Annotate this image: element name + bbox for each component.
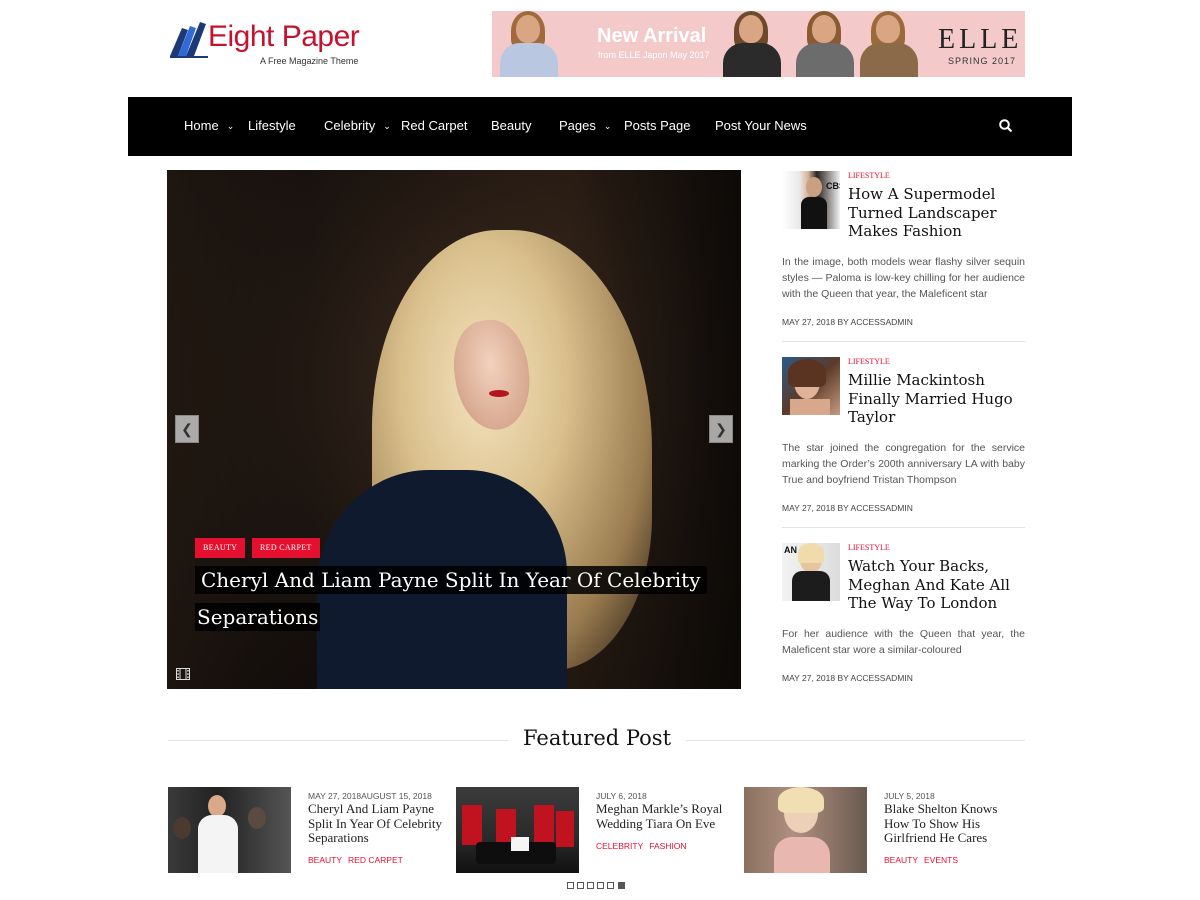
article-meta: MAY 27, 2018 BY ACCESSADMIN [782, 673, 913, 683]
pager-dot[interactable] [597, 882, 604, 889]
article-category[interactable]: LIFESTYLE [848, 171, 890, 180]
featured-title[interactable]: Meghan Markle’s Royal Wedding Tiara On E… [596, 801, 736, 831]
chevron-right-icon: ❯ [715, 421, 727, 437]
featured-categories: BEAUTY RED CARPET [308, 855, 409, 865]
chevron-down-icon: ⌄ [383, 121, 391, 131]
nav-item-home[interactable]: Home ⌄ [184, 97, 234, 156]
featured-categories: BEAUTY EVENTS [884, 855, 964, 865]
featured-date: JULY 6, 2018 [596, 791, 647, 801]
banner-subtitle: from ELLE Japon May 2017 [598, 50, 710, 60]
category-link[interactable]: RED CARPET [348, 855, 403, 865]
slider-prev-button[interactable]: ❮ [175, 415, 199, 443]
hero-title[interactable]: Cheryl And Liam Payne Split In Year Of C… [195, 566, 707, 594]
article-category[interactable]: LIFESTYLE [848, 357, 890, 366]
chevron-left-icon: ❮ [181, 421, 193, 437]
article-title[interactable]: Millie Mackintosh Finally Married Hugo T… [848, 371, 1026, 427]
article-meta: MAY 27, 2018 BY ACCESSADMIN [782, 503, 913, 513]
featured-card: JULY 6, 2018 Meghan Markle’s Royal Weddi… [456, 787, 736, 873]
category-link[interactable]: CELEBRITY [596, 841, 643, 851]
featured-thumbnail[interactable] [168, 787, 291, 873]
featured-thumbnail[interactable] [456, 787, 579, 873]
film-icon [176, 668, 190, 680]
featured-card: MAY 27, 2018AUGUST 15, 2018 Cheryl And L… [168, 787, 448, 873]
site-tagline: A Free Magazine Theme [260, 56, 359, 66]
hero-tag-red-carpet[interactable]: RED CARPET [252, 538, 320, 558]
nav-item-pages[interactable]: Pages ⌄ [559, 97, 611, 156]
article-excerpt: The star joined the congregation for the… [782, 442, 1025, 486]
site-logo[interactable]: Eight Paper A Free Magazine Theme [168, 18, 368, 70]
article-meta: MAY 27, 2018 BY ACCESSADMIN [782, 317, 913, 327]
nav-item-lifestyle[interactable]: Lifestyle [248, 97, 296, 156]
banner-model-image [494, 11, 564, 77]
article-thumbnail[interactable] [782, 357, 840, 415]
featured-title[interactable]: Blake Shelton Knows How To Show His Girl… [884, 801, 1024, 846]
hero-tag-beauty[interactable]: BEAUTY [195, 538, 246, 558]
banner-season: SPRING 2017 [948, 56, 1017, 66]
nav-item-celebrity[interactable]: Celebrity ⌄ [324, 97, 391, 156]
nav-item-beauty[interactable]: Beauty [491, 97, 531, 156]
main-nav: Home ⌄ Lifestyle Celebrity ⌄ Red Carpet Be… [128, 97, 1072, 156]
featured-thumbnail[interactable] [744, 787, 867, 873]
featured-title[interactable]: Cheryl And Liam Payne Split In Year Of C… [308, 801, 448, 846]
pager-dot[interactable] [587, 882, 594, 889]
pager-dot[interactable] [607, 882, 614, 889]
banner-model-image [854, 11, 924, 77]
nav-item-red-carpet[interactable]: Red Carpet [401, 97, 467, 156]
article-excerpt: In the image, both models wear flashy si… [782, 256, 1025, 300]
featured-card: JULY 5, 2018 Blake Shelton Knows How To … [744, 787, 1024, 873]
category-link[interactable]: BEAUTY [884, 855, 918, 865]
article-thumbnail[interactable]: AN [782, 543, 840, 601]
site-title[interactable]: Eight Paper [208, 20, 360, 54]
featured-categories: CELEBRITY FASHION [596, 841, 693, 851]
banner-title: New Arrival [597, 25, 707, 47]
sidebar-article: CBS LIFESTYLE How A Supermodel Turned La… [782, 171, 1025, 331]
chevron-down-icon: ⌄ [603, 121, 612, 131]
hero-slider[interactable]: ❮ ❯ BEAUTY RED CARPET Cheryl And Liam Pa… [167, 170, 741, 689]
ad-banner[interactable]: New Arrival from ELLE Japon May 2017 ELL… [492, 11, 1025, 77]
nav-item-post-your-news[interactable]: Post Your News [715, 97, 807, 156]
category-link[interactable]: FASHION [649, 841, 686, 851]
article-excerpt: For her audience with the Queen that yea… [782, 628, 1025, 656]
pager-dot[interactable] [577, 882, 584, 889]
hero-title-continued[interactable]: Separations [195, 603, 321, 631]
sidebar-article: AN LIFESTYLE Watch Your Backs, Meghan An… [782, 543, 1025, 688]
article-title[interactable]: Watch Your Backs, Meghan And Kate All Th… [848, 557, 1026, 613]
divider [782, 527, 1025, 528]
article-category[interactable]: LIFESTYLE [848, 543, 890, 552]
banner-model-image [790, 11, 860, 77]
divider [782, 341, 1025, 342]
search-icon[interactable] [998, 118, 1014, 134]
article-thumbnail[interactable]: CBS [782, 171, 840, 229]
pager-dot[interactable] [567, 882, 574, 889]
divider [686, 740, 1025, 741]
nav-item-posts-page[interactable]: Posts Page [624, 97, 691, 156]
category-link[interactable]: BEAUTY [308, 855, 342, 865]
category-link[interactable]: EVENTS [924, 855, 958, 865]
divider [168, 740, 508, 741]
sidebar-article: LIFESTYLE Millie Mackintosh Finally Marr… [782, 357, 1025, 517]
chevron-down-icon: ⌄ [226, 121, 235, 131]
book-logo-icon [170, 22, 208, 58]
pager-dot-active[interactable] [618, 882, 625, 889]
featured-date: JULY 5, 2018 [884, 791, 935, 801]
article-title[interactable]: How A Supermodel Turned Landscaper Makes… [848, 185, 1026, 241]
featured-date: MAY 27, 2018AUGUST 15, 2018 [308, 791, 432, 801]
banner-brand: ELLE [938, 24, 1023, 55]
slider-next-button[interactable]: ❯ [709, 415, 733, 443]
banner-model-image [717, 11, 787, 77]
section-heading: Featured Post [522, 726, 672, 750]
